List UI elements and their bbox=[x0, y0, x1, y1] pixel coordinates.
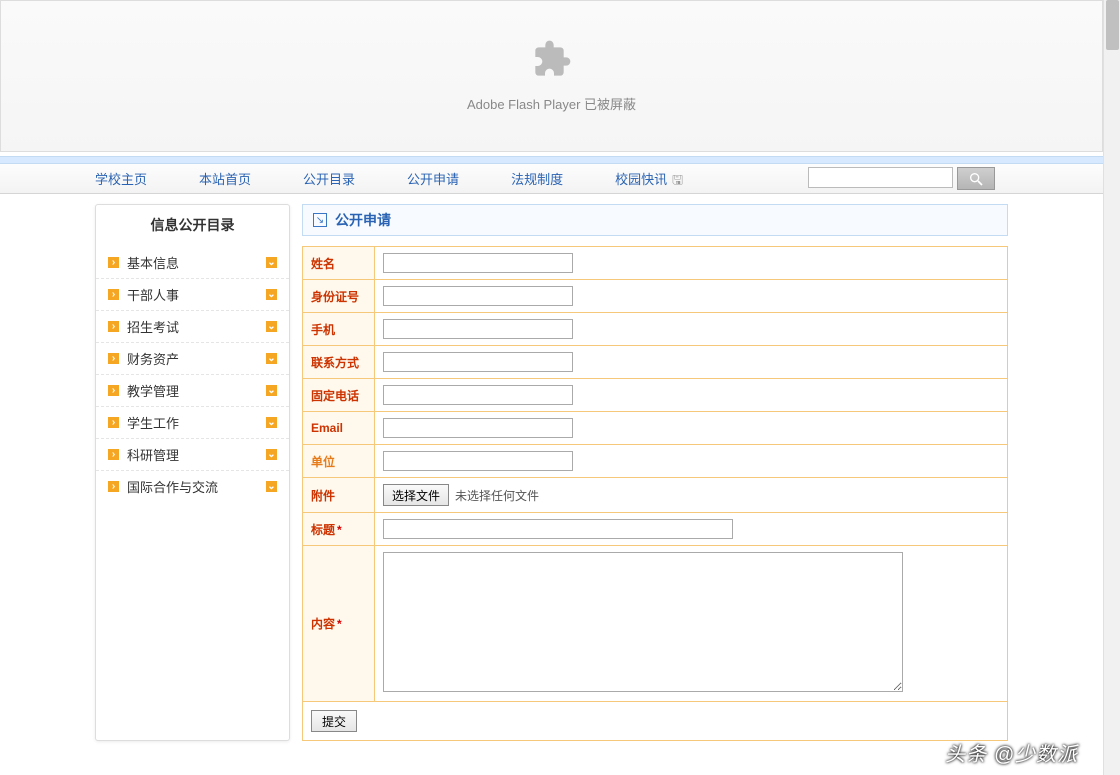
choose-file-button[interactable]: 选择文件 bbox=[383, 484, 449, 506]
arrow-icon bbox=[108, 257, 119, 268]
label-content: 内容* bbox=[303, 546, 375, 702]
sidebar-item-finance[interactable]: 财务资产 bbox=[96, 343, 289, 375]
sidebar-item-teaching[interactable]: 教学管理 bbox=[96, 375, 289, 407]
form-table: 姓名 身份证号 手机 联系方式 固定电话 Email 单位 附件选择文件未选择任… bbox=[302, 246, 1008, 741]
sidebar-item-student[interactable]: 学生工作 bbox=[96, 407, 289, 439]
chevron-down-icon bbox=[266, 257, 277, 268]
label-mobile: 手机 bbox=[303, 313, 375, 346]
idnumber-input[interactable] bbox=[383, 286, 573, 306]
arrow-icon bbox=[108, 481, 119, 492]
file-hint: 未选择任何文件 bbox=[455, 489, 539, 503]
arrow-icon bbox=[108, 321, 119, 332]
arrow-icon bbox=[108, 417, 119, 428]
sidebar-item-label: 国际合作与交流 bbox=[127, 477, 266, 496]
nav-site-home[interactable]: 本站首页 bbox=[199, 169, 251, 188]
sidebar-item-label: 干部人事 bbox=[127, 285, 266, 304]
sidebar-item-label: 招生考试 bbox=[127, 317, 266, 336]
panel-arrow-icon: ↘ bbox=[313, 213, 327, 227]
sidebar-title: 信息公开目录 bbox=[96, 205, 289, 247]
chevron-down-icon bbox=[266, 449, 277, 460]
sidebar-item-label: 财务资产 bbox=[127, 349, 266, 368]
nav-apply[interactable]: 公开申请 bbox=[407, 169, 459, 188]
nav-campus-news[interactable]: 校园快讯 bbox=[615, 169, 667, 188]
separator bbox=[0, 156, 1103, 164]
label-phone: 固定电话 bbox=[303, 379, 375, 412]
sidebar-item-international[interactable]: 国际合作与交流 bbox=[96, 471, 289, 502]
flash-blocked-banner: Adobe Flash Player 已被屏蔽 bbox=[0, 0, 1103, 152]
title-input[interactable] bbox=[383, 519, 733, 539]
label-unit: 单位 bbox=[303, 445, 375, 478]
chevron-down-icon bbox=[266, 385, 277, 396]
sidebar-item-basic[interactable]: 基本信息 bbox=[96, 247, 289, 279]
search-icon bbox=[968, 171, 984, 187]
arrow-icon bbox=[108, 289, 119, 300]
nav-regulations[interactable]: 法规制度 bbox=[511, 169, 563, 188]
sidebar-item-label: 基本信息 bbox=[127, 253, 266, 272]
panel-header: ↘ 公开申请 bbox=[302, 204, 1008, 236]
form-panel: ↘ 公开申请 姓名 身份证号 手机 联系方式 固定电话 Email 单位 附件选… bbox=[302, 204, 1008, 741]
unit-input[interactable] bbox=[383, 451, 573, 471]
sidebar: 信息公开目录 基本信息 干部人事 招生考试 财务资产 教学管理 学生工作 科研管… bbox=[95, 204, 290, 741]
puzzle-icon bbox=[532, 39, 572, 79]
print-icon[interactable]: 🖫 bbox=[672, 171, 686, 185]
watermark: 头条 @少数派 bbox=[945, 738, 1078, 767]
panel-title: 公开申请 bbox=[335, 210, 391, 230]
label-title: 标题* bbox=[303, 513, 375, 546]
arrow-icon bbox=[108, 353, 119, 364]
sidebar-item-admission[interactable]: 招生考试 bbox=[96, 311, 289, 343]
sidebar-item-label: 学生工作 bbox=[127, 413, 266, 432]
arrow-icon bbox=[108, 449, 119, 460]
chevron-down-icon bbox=[266, 321, 277, 332]
label-name: 姓名 bbox=[303, 247, 375, 280]
email-input[interactable] bbox=[383, 418, 573, 438]
scrollbar-thumb[interactable] bbox=[1106, 0, 1119, 50]
flash-blocked-text: Adobe Flash Player 已被屏蔽 bbox=[467, 94, 636, 113]
label-idnumber: 身份证号 bbox=[303, 280, 375, 313]
label-attachment: 附件 bbox=[303, 478, 375, 513]
nav-school-home[interactable]: 学校主页 bbox=[95, 169, 147, 188]
chevron-down-icon bbox=[266, 353, 277, 364]
label-contact: 联系方式 bbox=[303, 346, 375, 379]
search-input[interactable] bbox=[808, 167, 953, 188]
chevron-down-icon bbox=[266, 417, 277, 428]
sidebar-item-label: 教学管理 bbox=[127, 381, 266, 400]
submit-button[interactable]: 提交 bbox=[311, 710, 357, 732]
mobile-input[interactable] bbox=[383, 319, 573, 339]
search-button[interactable] bbox=[957, 167, 995, 190]
sidebar-item-personnel[interactable]: 干部人事 bbox=[96, 279, 289, 311]
chevron-down-icon bbox=[266, 481, 277, 492]
scrollbar[interactable]: ▴ bbox=[1103, 0, 1120, 775]
navbar: 学校主页 本站首页 公开目录 公开申请 法规制度 校园快讯 🖫 bbox=[0, 164, 1103, 194]
arrow-icon bbox=[108, 385, 119, 396]
sidebar-item-research[interactable]: 科研管理 bbox=[96, 439, 289, 471]
sidebar-item-label: 科研管理 bbox=[127, 445, 266, 464]
phone-input[interactable] bbox=[383, 385, 573, 405]
contact-input[interactable] bbox=[383, 352, 573, 372]
label-email: Email bbox=[303, 412, 375, 445]
nav-catalog[interactable]: 公开目录 bbox=[303, 169, 355, 188]
chevron-down-icon bbox=[266, 289, 277, 300]
content-textarea[interactable] bbox=[383, 552, 903, 692]
name-input[interactable] bbox=[383, 253, 573, 273]
